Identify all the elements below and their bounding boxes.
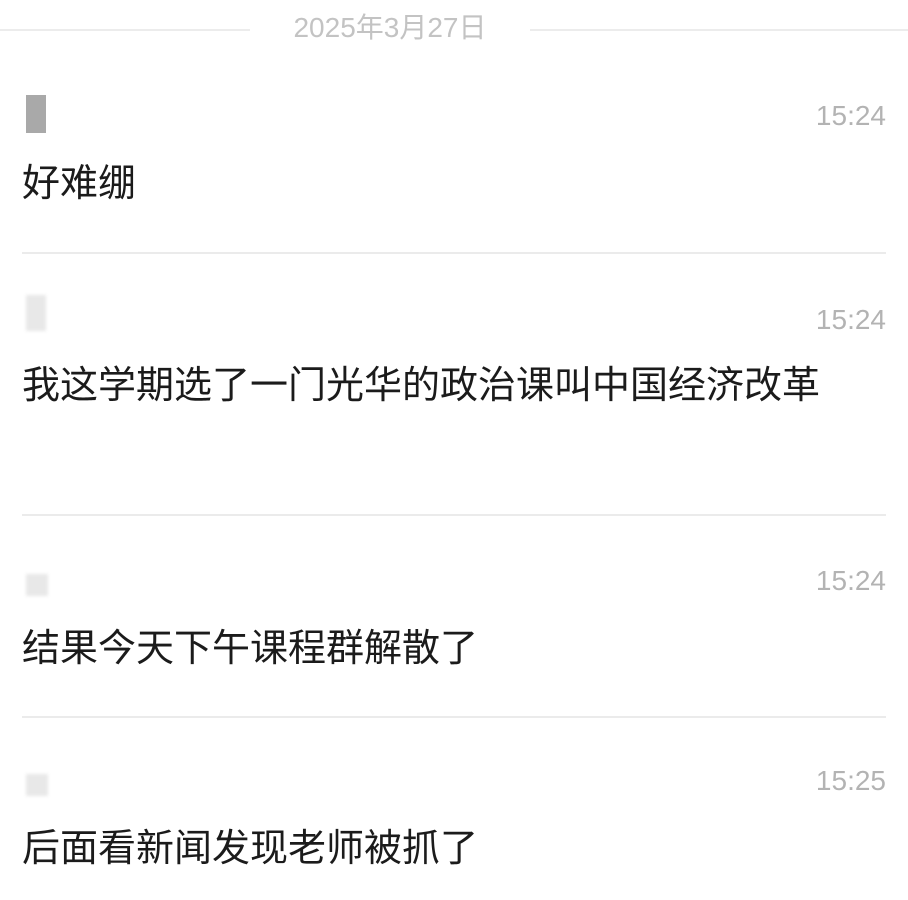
message-text: 好难绷	[22, 161, 137, 205]
date-separator: 2025年3月27日	[0, 0, 908, 60]
sender-avatar	[26, 574, 48, 596]
message-text: 结果今天下午课程群解散了	[22, 626, 479, 670]
message-divider	[22, 252, 886, 254]
message-divider	[22, 514, 886, 516]
sender-avatar	[26, 295, 46, 331]
sender-avatar	[26, 95, 46, 133]
message-time: 15:24	[815, 565, 886, 596]
message-text: 我这学期选了一门光华的政治课叫中国经济改革	[22, 363, 821, 407]
date-separator-line-left	[0, 29, 250, 31]
date-separator-label: 2025年3月27日	[293, 12, 487, 43]
date-separator-line-right	[530, 29, 908, 31]
message-item[interactable]: 15:24 好难绷	[0, 95, 908, 255]
message-text: 后面看新闻发现老师被抓了	[22, 826, 479, 870]
message-divider	[22, 716, 886, 718]
message-item[interactable]: 15:24 结果今天下午课程群解散了	[0, 565, 908, 710]
message-item[interactable]: 15:25 后面看新闻发现老师被抓了	[0, 765, 908, 900]
message-time: 15:24	[815, 304, 886, 335]
message-time: 15:25	[815, 765, 886, 796]
sender-avatar	[26, 774, 48, 796]
message-time: 15:24	[815, 100, 886, 131]
message-item[interactable]: 15:24 我这学期选了一门光华的政治课叫中国经济改革	[0, 293, 908, 493]
